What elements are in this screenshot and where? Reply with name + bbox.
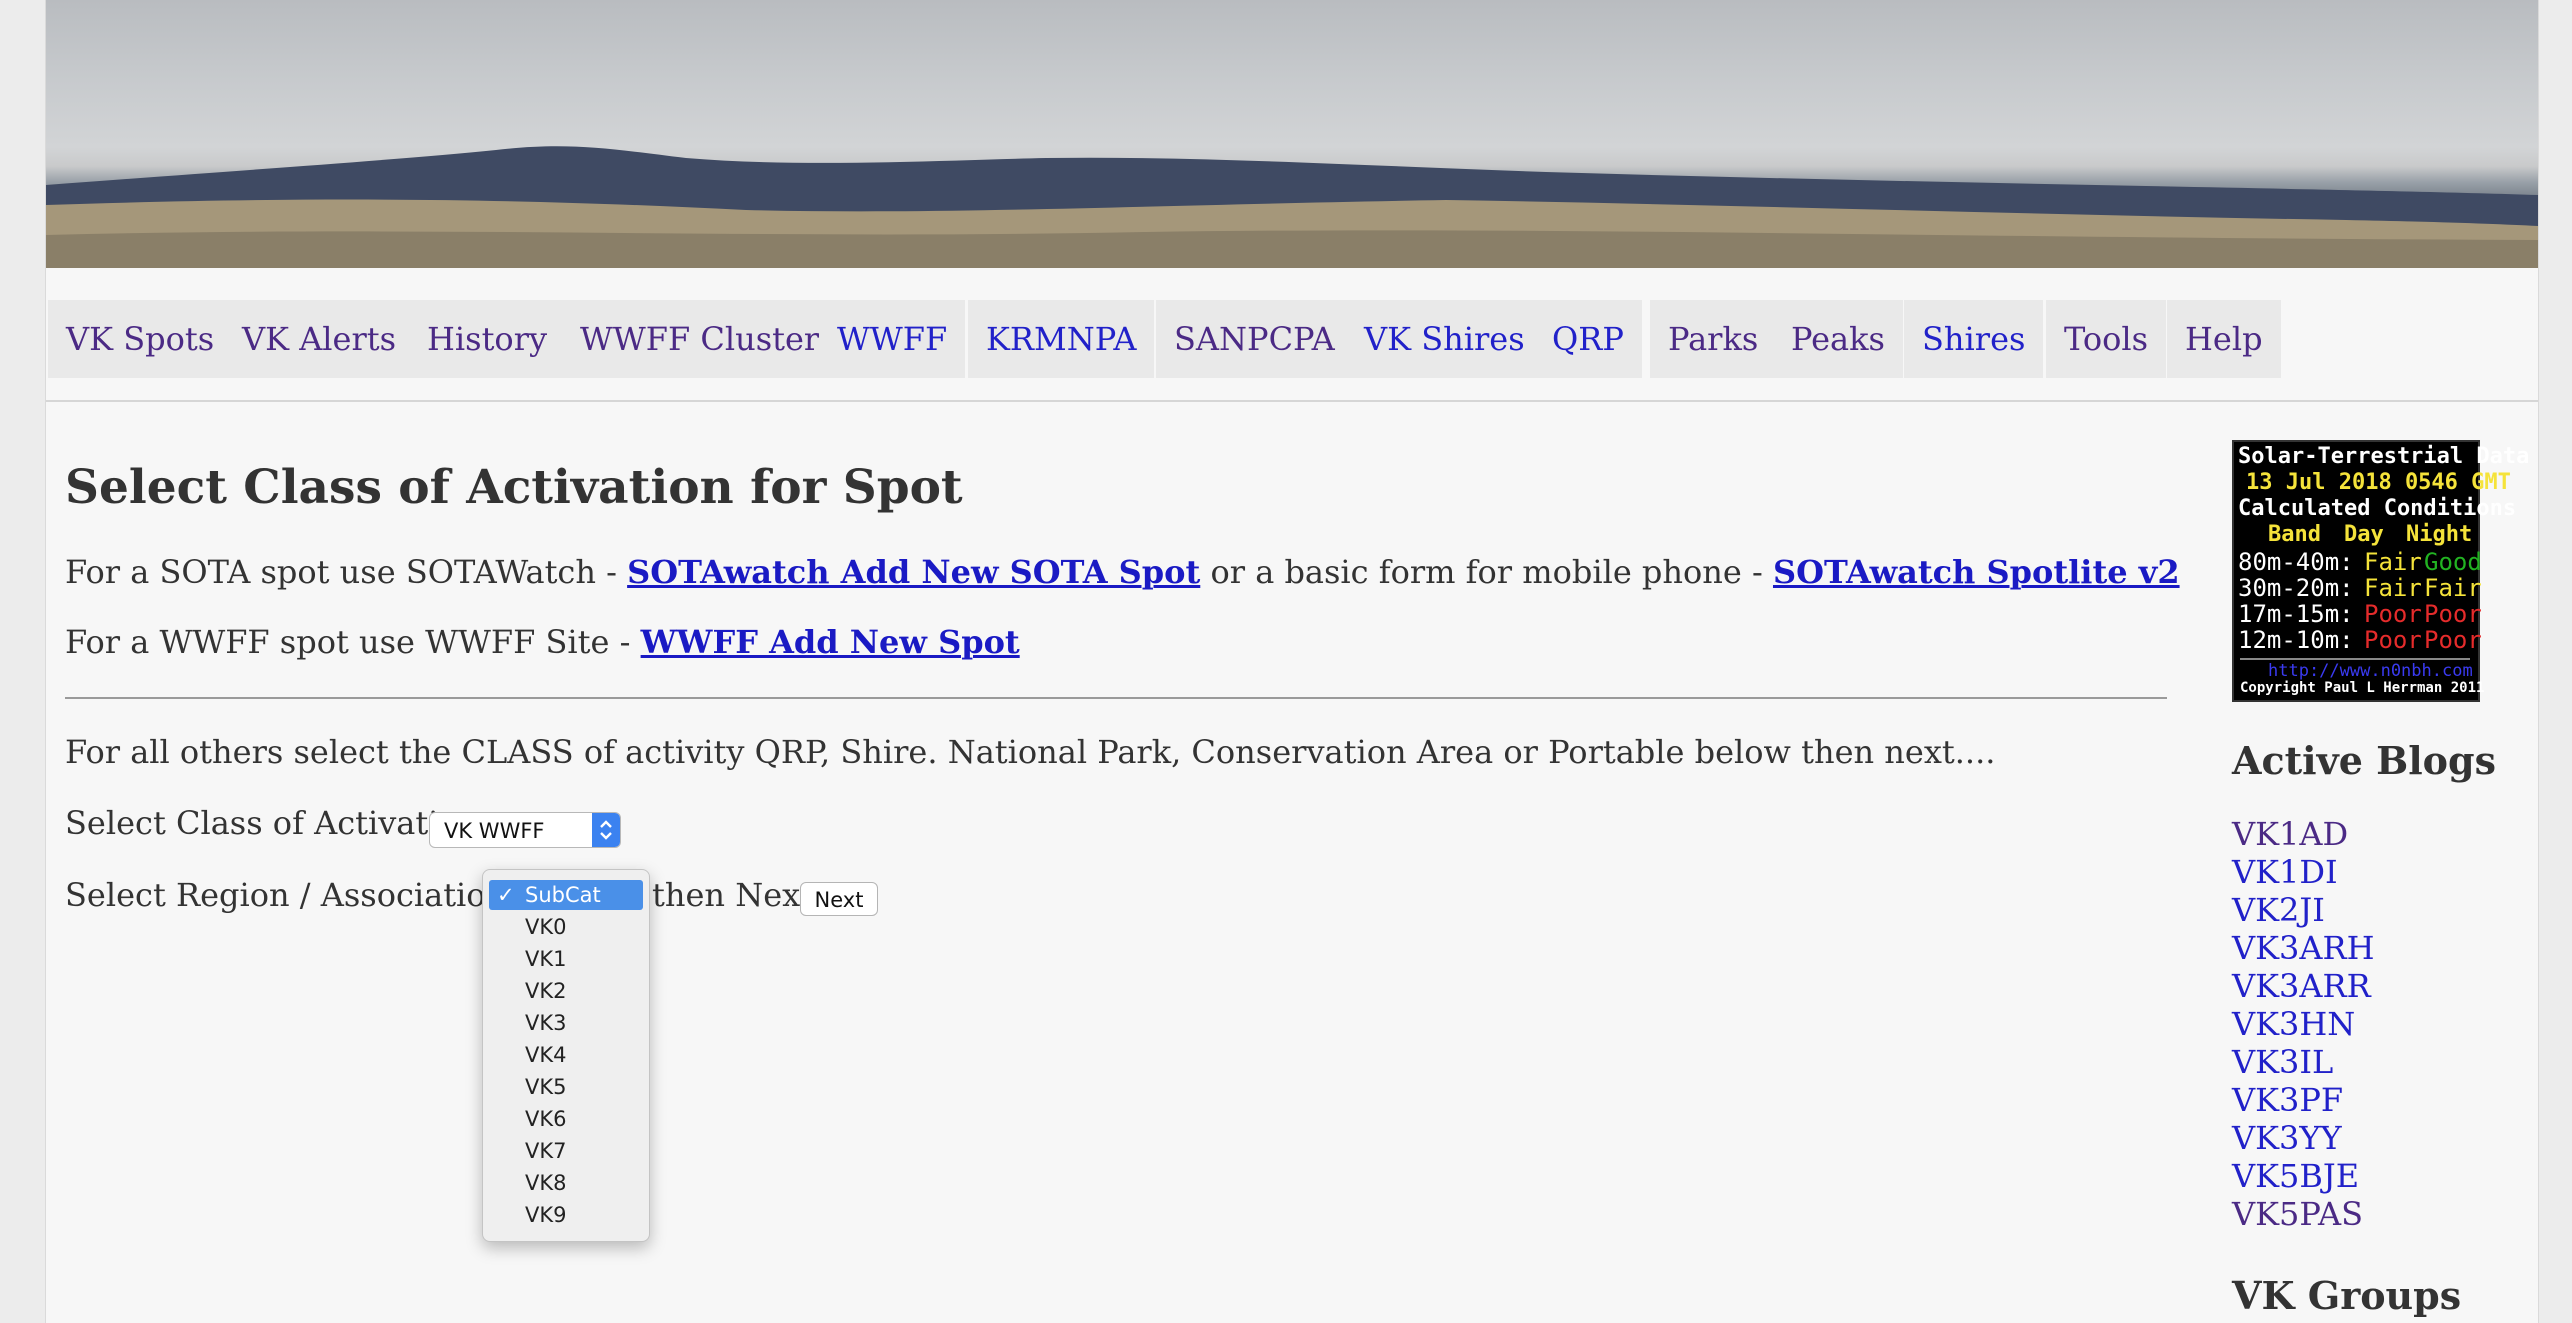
blog-link-vk3hn[interactable]: VK3HN bbox=[2232, 1005, 2355, 1043]
solar-col-band: Band bbox=[2268, 522, 2321, 547]
blog-link-vk2ji[interactable]: VK2JI bbox=[2232, 891, 2325, 929]
solar-band: 17m-15m: bbox=[2238, 600, 2354, 628]
vk-groups-heading: VK Groups bbox=[2232, 1273, 2462, 1318]
solar-divider bbox=[2240, 658, 2470, 660]
active-blogs-heading: Active Blogs bbox=[2232, 738, 2496, 783]
solar-terrestrial-widget[interactable]: Solar-Terrestrial Data 13 Jul 2018 0546 … bbox=[2232, 440, 2530, 702]
nav-vk-spots[interactable]: VK Spots bbox=[48, 300, 233, 378]
nav-tools[interactable]: Tools bbox=[2046, 300, 2167, 378]
main-nav: VK Spots VK Alerts History WWFF Cluster … bbox=[46, 300, 2538, 402]
select-arrows-icon bbox=[592, 813, 620, 847]
option-vk6[interactable]: VK6 bbox=[489, 1104, 643, 1134]
blog-link-vk5bje[interactable]: VK5BJE bbox=[2232, 1157, 2359, 1195]
option-subcat[interactable]: ✓ SubCat bbox=[489, 880, 643, 910]
sotawatch-spotlite-link[interactable]: SOTAwatch Spotlite v2 bbox=[1773, 553, 2180, 591]
solar-day: Poor bbox=[2364, 600, 2422, 628]
blog-link-vk1di[interactable]: VK1DI bbox=[2232, 853, 2338, 891]
checkmark-icon: ✓ bbox=[497, 883, 515, 907]
wwff-prefix: For a WWFF spot use WWFF Site - bbox=[65, 623, 641, 661]
solar-band: 30m-20m: bbox=[2238, 574, 2354, 602]
page: VK Spots VK Alerts History WWFF Cluster … bbox=[45, 0, 2539, 1323]
option-vk9[interactable]: VK9 bbox=[489, 1200, 643, 1230]
option-vk5[interactable]: VK5 bbox=[489, 1072, 643, 1102]
header-banner-image bbox=[46, 0, 2538, 268]
divider bbox=[65, 697, 2167, 699]
solar-day: Fair bbox=[2364, 574, 2422, 602]
nav-parks[interactable]: Parks bbox=[1650, 300, 1777, 378]
nav-krmnpa[interactable]: KRMNPA bbox=[968, 300, 1155, 378]
solar-night: Fair bbox=[2424, 574, 2482, 602]
blog-link-vk3arr[interactable]: VK3ARR bbox=[2232, 967, 2371, 1005]
region-label: Select Region / Association bbox=[65, 876, 507, 914]
solar-night: Good bbox=[2424, 548, 2482, 576]
solar-date: 13 Jul 2018 0546 GMT bbox=[2246, 470, 2511, 495]
sota-middle: or a basic form for mobile phone - bbox=[1200, 553, 1773, 591]
region-select-dropdown[interactable]: ✓ SubCat VK0 VK1 VK2 VK3 VK4 VK5 VK6 VK7… bbox=[482, 869, 650, 1242]
class-label: Select Class of Activation: bbox=[65, 804, 490, 842]
nav-help[interactable]: Help bbox=[2167, 300, 2281, 378]
instructions-text: For all others select the CLASS of activ… bbox=[65, 733, 1996, 771]
solar-day: Poor bbox=[2364, 626, 2422, 654]
nav-vk-shires[interactable]: VK Shires bbox=[1346, 300, 1543, 378]
solar-col-night: Night bbox=[2406, 522, 2473, 547]
blog-link-vk3pf[interactable]: VK3PF bbox=[2232, 1081, 2343, 1119]
next-button[interactable]: Next bbox=[800, 882, 878, 916]
sota-line: For a SOTA spot use SOTAWatch - SOTAwatc… bbox=[65, 553, 2180, 591]
option-vk4[interactable]: VK4 bbox=[489, 1040, 643, 1070]
option-vk1[interactable]: VK1 bbox=[489, 944, 643, 974]
solar-band: 80m-40m: bbox=[2238, 548, 2354, 576]
class-select-value: VK WWFF bbox=[444, 819, 545, 843]
class-select[interactable]: VK WWFF bbox=[429, 812, 621, 848]
option-vk0[interactable]: VK0 bbox=[489, 912, 643, 942]
solar-subtitle: Calculated Conditions bbox=[2238, 496, 2517, 521]
nav-history[interactable]: History bbox=[409, 300, 566, 378]
blog-link-vk1ad[interactable]: VK1AD bbox=[2232, 815, 2348, 853]
blog-link-vk3arh[interactable]: VK3ARH bbox=[2232, 929, 2374, 967]
wwff-add-spot-link[interactable]: WWFF Add New Spot bbox=[641, 623, 1020, 661]
sotawatch-add-spot-link[interactable]: SOTAwatch Add New SOTA Spot bbox=[627, 553, 1200, 591]
solar-night: Poor bbox=[2424, 600, 2482, 628]
option-vk3[interactable]: VK3 bbox=[489, 1008, 643, 1038]
page-title: Select Class of Activation for Spot bbox=[65, 460, 963, 515]
solar-col-day: Day bbox=[2344, 522, 2384, 547]
then-next-text: then Next bbox=[652, 876, 814, 914]
nav-qrp[interactable]: QRP bbox=[1534, 300, 1642, 378]
solar-copyright: Copyright Paul L Herrman 2011 bbox=[2240, 680, 2485, 696]
option-vk8[interactable]: VK8 bbox=[489, 1168, 643, 1198]
option-vk2[interactable]: VK2 bbox=[489, 976, 643, 1006]
blog-link-vk5pas[interactable]: VK5PAS bbox=[2232, 1195, 2363, 1233]
nav-peaks[interactable]: Peaks bbox=[1773, 300, 1903, 378]
nav-wwff[interactable]: WWFF bbox=[819, 300, 966, 378]
solar-url: http://www.n0nbh.com bbox=[2268, 661, 2473, 681]
sota-prefix: For a SOTA spot use SOTAWatch - bbox=[65, 553, 628, 591]
solar-day: Fair bbox=[2364, 548, 2422, 576]
nav-vk-alerts[interactable]: VK Alerts bbox=[224, 300, 415, 378]
nav-shires[interactable]: Shires bbox=[1904, 300, 2044, 378]
solar-night: Poor bbox=[2424, 626, 2482, 654]
nav-sanpcpa[interactable]: SANPCPA bbox=[1156, 300, 1353, 378]
option-subcat-label: SubCat bbox=[525, 883, 601, 907]
nav-wwff-cluster[interactable]: WWFF Cluster bbox=[562, 300, 838, 378]
solar-title: Solar-Terrestrial Data bbox=[2238, 444, 2530, 469]
wwff-line: For a WWFF spot use WWFF Site - WWFF Add… bbox=[65, 623, 1020, 661]
solar-band: 12m-10m: bbox=[2238, 626, 2354, 654]
blog-link-vk3yy[interactable]: VK3YY bbox=[2232, 1119, 2342, 1157]
option-vk7[interactable]: VK7 bbox=[489, 1136, 643, 1166]
blog-link-vk3il[interactable]: VK3IL bbox=[2232, 1043, 2333, 1081]
